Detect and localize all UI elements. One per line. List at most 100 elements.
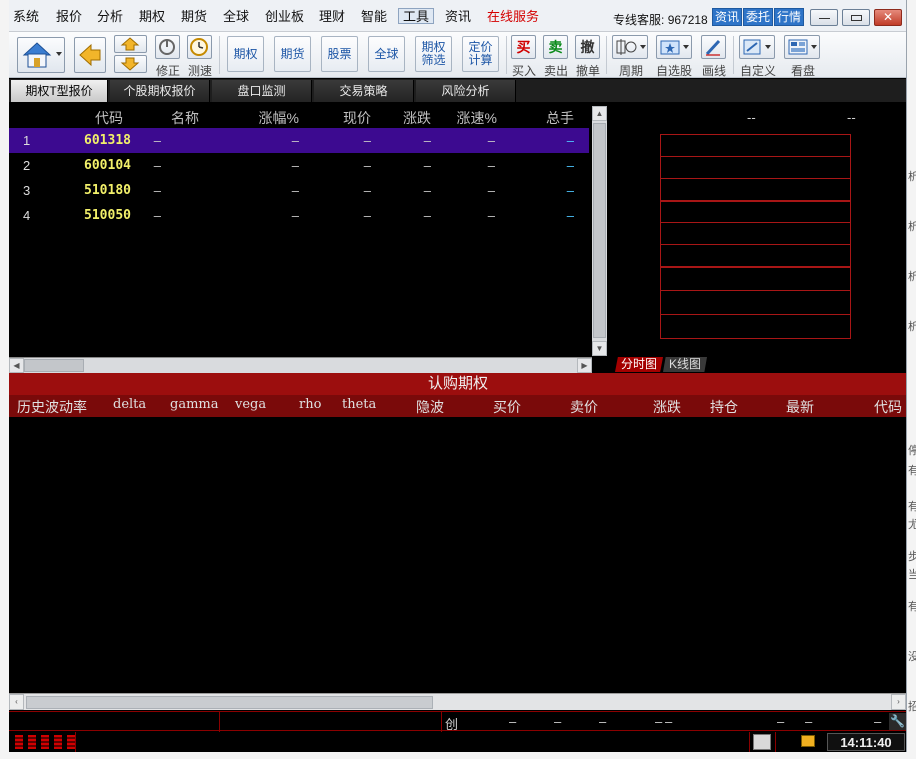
- scroll-left-arrow-icon[interactable]: ◀: [9, 358, 24, 373]
- col-header-open-interest[interactable]: 持仓: [710, 397, 738, 417]
- tab-news-button[interactable]: 资讯: [712, 8, 743, 26]
- fix-button[interactable]: [155, 35, 180, 59]
- background-text: 有: [908, 501, 916, 513]
- col-header-gamma[interactable]: gamma: [170, 397, 218, 412]
- scroll-thumb[interactable]: [24, 359, 84, 372]
- option-filter-button[interactable]: 期权 筛选: [415, 36, 452, 72]
- draw-line-button[interactable]: [701, 35, 726, 59]
- col-header-last[interactable]: 最新: [786, 397, 814, 417]
- close-button[interactable]: ✕: [874, 9, 902, 26]
- pricing-calc-button[interactable]: 定价 计算: [462, 36, 499, 72]
- row-code: 600104: [84, 158, 131, 173]
- sell-button[interactable]: 卖: [543, 35, 568, 59]
- scroll-right-arrow-icon[interactable]: ›: [891, 694, 906, 710]
- col-header-implied-vol[interactable]: 隐波: [416, 397, 444, 417]
- menu-gem[interactable]: 创业板: [265, 9, 304, 25]
- row-name: –: [153, 158, 161, 173]
- col-header-delta[interactable]: delta: [113, 397, 146, 412]
- col-header-code[interactable]: 代码: [73, 108, 123, 128]
- menu-quote[interactable]: 报价: [56, 9, 82, 25]
- speedtest-button[interactable]: [187, 35, 212, 59]
- tab-market-button[interactable]: 行情: [774, 8, 805, 26]
- menu-news[interactable]: 资讯: [445, 9, 471, 25]
- message-icon[interactable]: [801, 735, 815, 747]
- divider: [441, 712, 442, 732]
- board-button[interactable]: [784, 35, 820, 59]
- menu-smart[interactable]: 智能: [361, 9, 387, 25]
- network-icon[interactable]: [753, 734, 771, 750]
- menu-finance[interactable]: 理财: [319, 9, 345, 25]
- hotline: 专线客服: 967218: [613, 11, 708, 28]
- period-button[interactable]: [612, 35, 648, 59]
- col-header-hist-vol[interactable]: 历史波动率: [17, 397, 87, 417]
- cancel-order-label: 撤单: [576, 64, 601, 78]
- tab-stock-option-quote[interactable]: 个股期权报价: [110, 80, 210, 102]
- panel-value-2: --: [847, 110, 856, 125]
- horizontal-scrollbar[interactable]: ◀ ▶: [9, 357, 592, 373]
- horizontal-scrollbar[interactable]: ‹ ›: [9, 693, 906, 710]
- col-header-volume[interactable]: 总手: [519, 108, 574, 128]
- global-button[interactable]: 全球: [368, 36, 405, 72]
- row-code: 510050: [84, 208, 131, 223]
- futures-button[interactable]: 期货: [274, 36, 311, 72]
- options-button[interactable]: 期权: [227, 36, 264, 72]
- col-header-code[interactable]: 代码: [874, 397, 902, 417]
- row-volume: –: [566, 133, 574, 148]
- buy-button[interactable]: 买: [511, 35, 536, 59]
- scroll-up-arrow-icon[interactable]: ▲: [592, 106, 607, 121]
- scroll-right-arrow-icon[interactable]: ▶: [577, 358, 592, 373]
- menu-options[interactable]: 期权: [139, 9, 165, 25]
- menu-futures[interactable]: 期货: [181, 9, 207, 25]
- tab-trade-button[interactable]: 委托: [743, 8, 774, 26]
- col-header-rho[interactable]: rho: [299, 397, 321, 412]
- table-row[interactable]: 1 601318 – – – – – –: [9, 128, 589, 153]
- toolbar-separator: [733, 36, 734, 74]
- menu-online-service[interactable]: 在线服务: [487, 9, 539, 25]
- stocks-button[interactable]: 股票: [321, 36, 358, 72]
- wrench-icon[interactable]: 🔧: [889, 713, 906, 730]
- row-diff: –: [423, 208, 431, 223]
- tab-trade-strategy[interactable]: 交易策略: [314, 80, 414, 102]
- tab-timeshare-chart[interactable]: 分时图: [615, 357, 664, 372]
- watchlist-button[interactable]: [656, 35, 692, 59]
- col-header-ask[interactable]: 卖价: [570, 397, 598, 417]
- gem-index-label[interactable]: 创: [445, 714, 458, 733]
- table-row[interactable]: 3 510180 – – – – – –: [9, 178, 589, 203]
- tab-orderbook-monitor[interactable]: 盘口监测: [212, 80, 312, 102]
- background-text: 析: [908, 221, 916, 233]
- col-header-change[interactable]: 涨跌: [653, 397, 681, 417]
- row-price: –: [363, 208, 371, 223]
- scroll-down-arrow-icon[interactable]: ▼: [592, 341, 607, 356]
- tab-risk-analysis[interactable]: 风险分析: [416, 80, 516, 102]
- col-header-change-pct[interactable]: 涨幅%: [239, 108, 299, 128]
- menu-tools[interactable]: 工具: [398, 8, 435, 24]
- customize-button[interactable]: [739, 35, 775, 59]
- tab-kline-chart[interactable]: K线图: [663, 357, 708, 372]
- table-row[interactable]: 4 510050 – – – – – –: [9, 203, 589, 228]
- scroll-left-arrow-icon[interactable]: ‹: [9, 694, 24, 710]
- minimize-button[interactable]: [810, 9, 838, 26]
- col-header-theta[interactable]: theta: [342, 397, 376, 412]
- home-button[interactable]: [17, 37, 65, 73]
- vertical-scrollbar[interactable]: ▲ ▼: [592, 106, 607, 356]
- col-header-price[interactable]: 现价: [319, 108, 371, 128]
- scroll-thumb[interactable]: [593, 123, 606, 338]
- col-header-vega[interactable]: vega: [235, 397, 266, 412]
- down-button[interactable]: [114, 55, 147, 73]
- background-text: 当: [908, 569, 916, 581]
- cancel-order-button[interactable]: 撤: [575, 35, 600, 59]
- back-button[interactable]: [74, 37, 106, 73]
- scroll-thumb[interactable]: [26, 696, 433, 709]
- up-button[interactable]: [114, 35, 147, 53]
- tab-t-quote[interactable]: 期权T型报价: [11, 80, 108, 102]
- col-header-bid[interactable]: 买价: [493, 397, 521, 417]
- menu-system[interactable]: 系统: [13, 9, 39, 25]
- menu-global[interactable]: 全球: [223, 9, 249, 25]
- maximize-button[interactable]: [842, 9, 870, 26]
- col-header-speed[interactable]: 涨速%: [437, 108, 497, 128]
- table-row[interactable]: 2 600104 – – – – – –: [9, 153, 589, 178]
- row-code: 510180: [84, 183, 131, 198]
- menu-analysis[interactable]: 分析: [97, 9, 123, 25]
- col-header-diff[interactable]: 涨跌: [381, 108, 431, 128]
- col-header-name[interactable]: 名称: [149, 108, 199, 128]
